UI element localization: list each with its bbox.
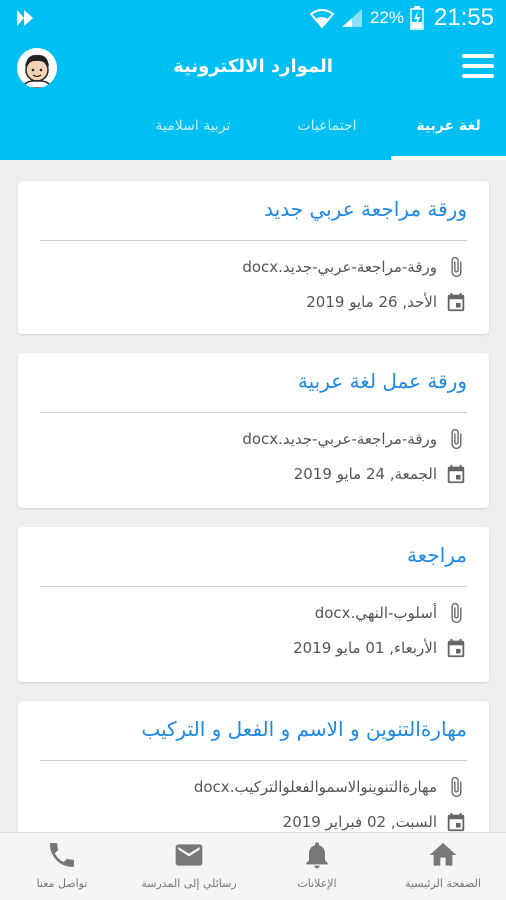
tab-arabic[interactable]: لغة عربية (391, 104, 506, 160)
date-row: الأحد, 26 مايو 2019 (40, 291, 467, 313)
tab-social-studies[interactable]: اجتماعيات (263, 104, 391, 160)
resource-title[interactable]: ورقة مراجعة عربي جديد (40, 197, 467, 221)
calendar-icon (447, 292, 465, 312)
page-title: الموارد الالكترونية (173, 56, 333, 77)
resource-card[interactable]: مهارةالتنوين و الاسم و الفعل و التركيب م… (18, 701, 489, 832)
resource-card[interactable]: مراجعة أسلوب-النهي.docx الأربعاء, 01 ماي… (18, 527, 489, 682)
card-divider (40, 760, 467, 761)
nav-label: تواصل معنا (36, 877, 88, 890)
attachment-row[interactable]: أسلوب-النهي.docx (40, 602, 467, 624)
attachment-filename: ورقة-مراجعة-عربي-جديد.docx (242, 258, 437, 276)
resource-date: السبت, 02 فبراير 2019 (282, 813, 437, 831)
resource-card[interactable]: ورقة مراجعة عربي جديد ورقة-مراجعة-عربي-ج… (18, 181, 489, 334)
resource-card[interactable]: ورقة عمل لغة عربية ورقة-مراجعة-عربي-جديد… (18, 353, 489, 508)
card-divider (40, 240, 467, 241)
app-header: الموارد الالكترونية لغة عربية اجتماعيات … (0, 38, 506, 160)
attachment-filename: أسلوب-النهي.docx (314, 604, 437, 622)
date-row: السبت, 02 فبراير 2019 (40, 811, 467, 832)
phone-icon (50, 843, 74, 867)
paperclip-icon (451, 776, 462, 798)
clock: 21:55 (433, 4, 494, 31)
date-row: الأربعاء, 01 مايو 2019 (40, 637, 467, 659)
attachment-row[interactable]: ورقة-مراجعة-عربي-جديد.docx (40, 256, 467, 278)
battery-charging-icon (410, 6, 424, 30)
nav-announcements[interactable]: الإعلانات (254, 833, 380, 900)
attachment-filename: مهارةالتنوينوالاسموالفعلوالتركيب.docx (193, 778, 437, 796)
nav-label: الإعلانات (297, 877, 337, 890)
tab-islamic-education[interactable]: تربية اسلامية (123, 104, 263, 160)
card-divider (40, 586, 467, 587)
attachment-row[interactable]: مهارةالتنوينوالاسموالفعلوالتركيب.docx (40, 776, 467, 798)
bell-icon (306, 842, 328, 869)
calendar-icon (447, 464, 465, 484)
paperclip-icon (451, 256, 462, 278)
attachment-row[interactable]: ورقة-مراجعة-عربي-جديد.docx (40, 428, 467, 450)
home-icon (429, 843, 457, 866)
calendar-icon (447, 638, 465, 658)
signal-icon (341, 9, 362, 27)
resource-date: الأحد, 26 مايو 2019 (306, 293, 437, 311)
attachment-filename: ورقة-مراجعة-عربي-جديد.docx (242, 430, 437, 448)
calendar-icon (447, 812, 465, 832)
resource-title[interactable]: مراجعة (40, 543, 467, 567)
resources-list: ورقة مراجعة عربي جديد ورقة-مراجعة-عربي-ج… (0, 160, 506, 832)
resource-title[interactable]: مهارةالتنوين و الاسم و الفعل و التركيب (40, 717, 467, 741)
resource-date: الجمعة, 24 مايو 2019 (293, 465, 437, 483)
nav-messages[interactable]: رسائلي إلى المدرسة (124, 833, 254, 900)
bottom-navigation: الصفحة الرئيسية الإعلانات رسائلي إلى الم… (0, 832, 506, 900)
wifi-icon (309, 9, 334, 29)
status-bar: 22% 21:55 (0, 0, 506, 38)
app-notification-icon (17, 10, 33, 26)
category-tabs: لغة عربية اجتماعيات تربية اسلامية (0, 104, 506, 160)
resource-date: الأربعاء, 01 مايو 2019 (293, 639, 437, 657)
resource-title[interactable]: ورقة عمل لغة عربية (40, 369, 467, 393)
mail-icon (175, 844, 203, 866)
nav-home[interactable]: الصفحة الرئيسية (380, 833, 506, 900)
nav-contact[interactable]: تواصل معنا (0, 833, 124, 900)
nav-label: الصفحة الرئيسية (405, 877, 481, 890)
paperclip-icon (451, 602, 462, 624)
battery-percentage: 22% (369, 8, 404, 27)
hamburger-menu-icon[interactable] (462, 52, 494, 80)
card-divider (40, 412, 467, 413)
nav-label: رسائلي إلى المدرسة (141, 877, 237, 890)
paperclip-icon (451, 428, 462, 450)
date-row: الجمعة, 24 مايو 2019 (40, 463, 467, 485)
